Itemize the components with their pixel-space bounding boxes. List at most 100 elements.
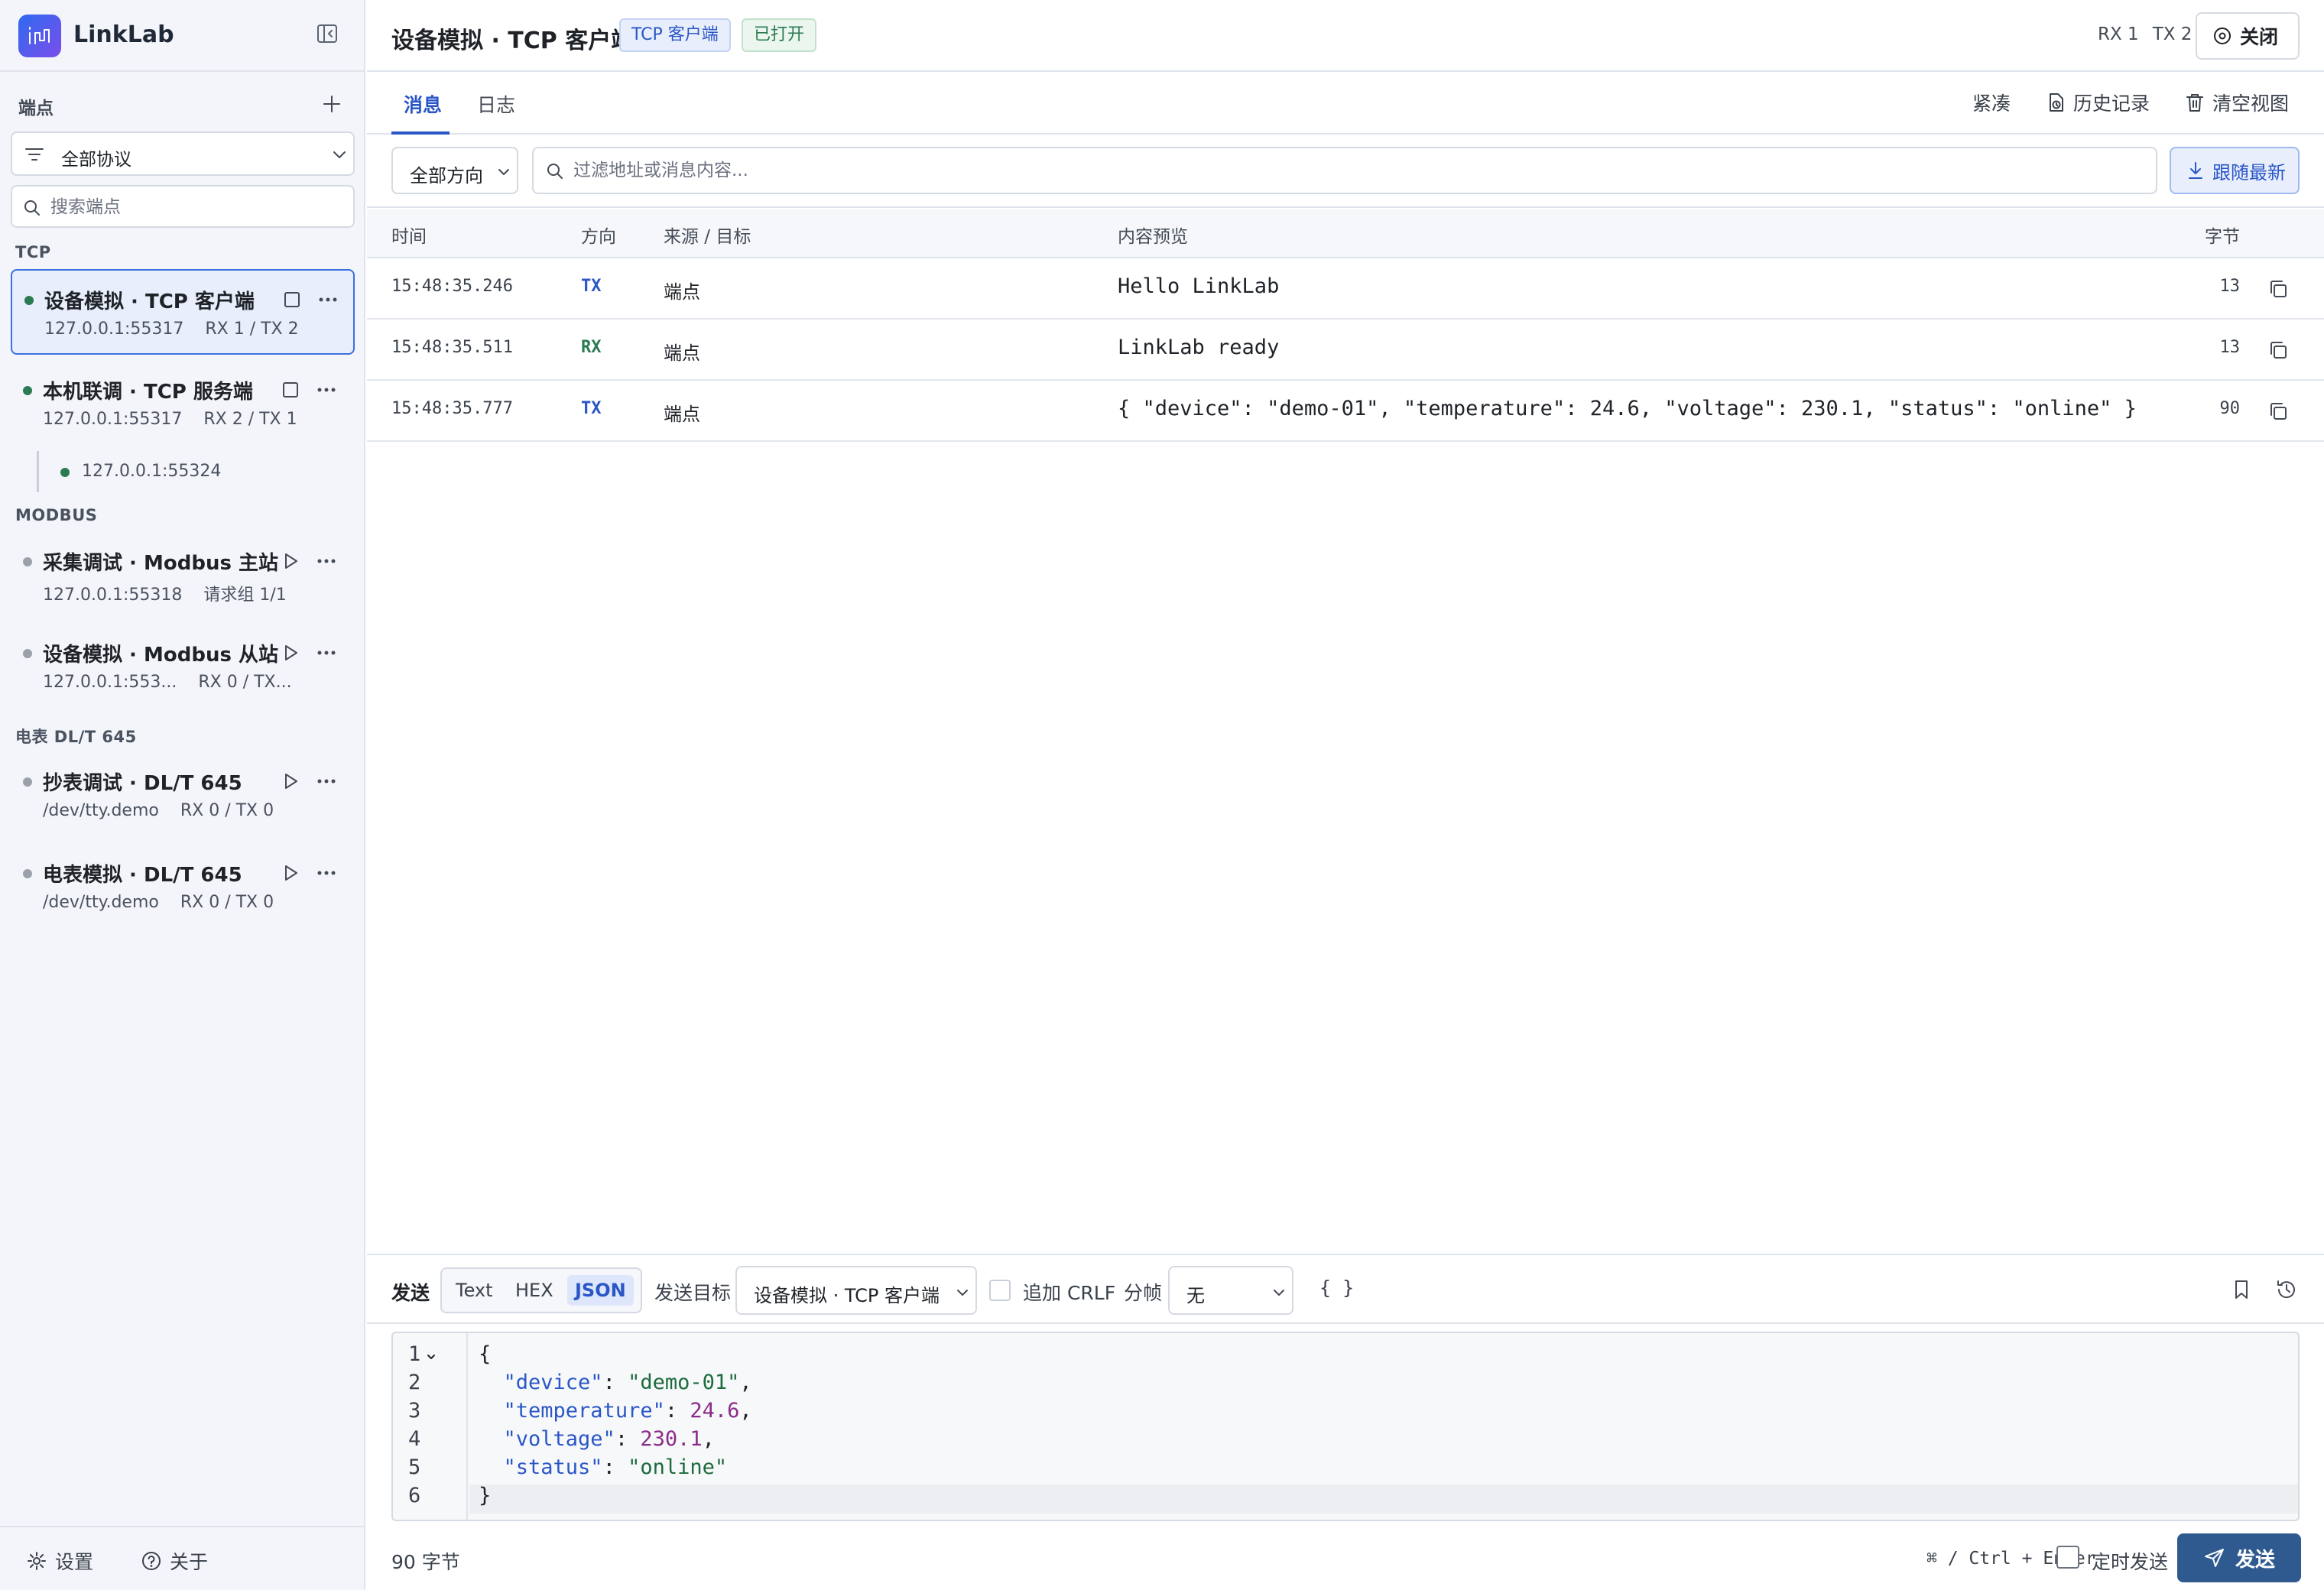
line-number: 2: [408, 1371, 421, 1394]
follow-latest-button[interactable]: 跟随最新: [2170, 147, 2300, 194]
stop-icon[interactable]: [280, 379, 301, 401]
endpoint-card-dlt645-meter[interactable]: 电表模拟 · DL/T 645 /dev/tty.demo RX 0 / TX 0: [11, 844, 355, 930]
send-target-select[interactable]: 设备模拟 · TCP 客户端: [735, 1266, 977, 1315]
more-options-icon[interactable]: [315, 642, 338, 664]
more-options-icon[interactable]: [315, 379, 338, 401]
message-filter-field[interactable]: [532, 147, 2157, 194]
endpoint-name: 采集调试 · Modbus 主站: [43, 552, 278, 575]
search-icon: [547, 164, 563, 179]
trash-icon: [2186, 94, 2203, 112]
payload-editor[interactable]: 1 2 3 4 5 6 { "device": "demo-01", "temp…: [391, 1332, 2300, 1521]
compact-label: 紧凑: [1972, 92, 2011, 115]
send-button[interactable]: 发送: [2177, 1533, 2301, 1582]
append-crlf-checkbox[interactable]: [989, 1280, 1011, 1301]
row-source: 端点: [664, 404, 700, 425]
active-tab-indicator: [391, 131, 450, 135]
message-filter-input[interactable]: [573, 159, 2102, 182]
format-json-button[interactable]: { }: [1319, 1277, 1354, 1299]
group-label-modbus: MODBUS: [15, 506, 98, 524]
copy-icon[interactable]: [2267, 278, 2289, 300]
play-icon[interactable]: [280, 550, 301, 572]
fold-chevron-icon[interactable]: [425, 1352, 437, 1362]
clear-view-button[interactable]: 清空视图: [2185, 89, 2289, 116]
more-options-icon[interactable]: [315, 862, 338, 884]
endpoint-search-field[interactable]: [11, 185, 355, 228]
more-options-icon[interactable]: [316, 289, 339, 310]
settings-button[interactable]: 设置: [26, 1547, 93, 1575]
endpoint-name: 电表模拟 · DL/T 645: [43, 864, 242, 887]
group-label-dlt645: 电表 DL/T 645: [15, 728, 137, 746]
send-footer: 90 字节 ⌘ / Ctrl + Enter 定时发送 发送: [367, 1527, 2324, 1590]
bookmark-icon[interactable]: [2231, 1278, 2252, 1301]
endpoints-title: 端点: [18, 99, 54, 118]
format-option-json[interactable]: JSON: [567, 1275, 634, 1306]
endpoint-search-input[interactable]: [50, 196, 341, 219]
status-dot: [23, 557, 32, 566]
format-option-text[interactable]: Text: [448, 1275, 501, 1306]
row-direction: TX: [581, 277, 602, 296]
status-badge: 已打开: [742, 18, 817, 52]
row-bytes: 90: [2219, 399, 2241, 418]
endpoint-card-dlt645-reader[interactable]: 抄表调试 · DL/T 645 /dev/tty.demo RX 0 / TX 0: [11, 752, 355, 838]
send-target-value: 设备模拟 · TCP 客户端: [754, 1285, 940, 1306]
framing-select[interactable]: 无: [1168, 1266, 1293, 1315]
protocol-filter-value: 全部协议: [61, 150, 131, 170]
column-preview: 内容预览: [1118, 227, 1188, 247]
copy-icon[interactable]: [2267, 339, 2289, 361]
add-endpoint-icon[interactable]: [320, 92, 344, 116]
row-direction: RX: [581, 338, 602, 357]
about-button[interactable]: 关于: [141, 1547, 208, 1575]
play-icon[interactable]: [280, 862, 301, 884]
status-dot: [24, 296, 34, 305]
line-number: 5: [408, 1455, 421, 1479]
more-options-icon[interactable]: [315, 550, 338, 572]
send-toolbar: 发送 Text HEX JSON 发送目标 设备模拟 · TCP 客户端 追加 …: [367, 1254, 2324, 1324]
row-time: 15:48:35.511: [391, 338, 513, 357]
endpoint-address: /dev/tty.demo: [43, 893, 159, 912]
protocol-filter-select[interactable]: 全部协议: [11, 131, 355, 176]
stop-icon[interactable]: [281, 289, 303, 310]
collapse-sidebar-icon[interactable]: [315, 21, 339, 46]
compact-button[interactable]: 紧凑: [1972, 89, 2011, 116]
endpoint-card-tcp-client[interactable]: 设备模拟 · TCP 客户端 127.0.0.1:55317 RX 1 / TX …: [11, 269, 355, 355]
more-options-icon[interactable]: [315, 771, 338, 792]
tab-messages[interactable]: 消息: [404, 90, 442, 118]
direction-value: 全部方向: [410, 165, 483, 187]
row-preview: Hello LinkLab: [1118, 274, 1280, 298]
endpoint-address: 127.0.0.1:55318: [43, 586, 183, 605]
play-icon[interactable]: [280, 771, 301, 792]
endpoint-card-tcp-server[interactable]: 本机联调 · TCP 服务端 127.0.0.1:55317 RX 2 / TX …: [11, 361, 355, 446]
code-line: "voltage": 230.1,: [503, 1427, 715, 1451]
endpoint-address: /dev/tty.demo: [43, 801, 159, 820]
page-title: 设备模拟 · TCP 客户端: [391, 28, 635, 54]
endpoint-address: 127.0.0.1:553...: [43, 673, 177, 692]
settings-label: 设置: [55, 1551, 94, 1573]
history-label: 历史记录: [2073, 92, 2150, 115]
history-file-icon: [2050, 93, 2063, 112]
endpoint-card-modbus-slave[interactable]: 设备模拟 · Modbus 从站 127.0.0.1:553... RX 0 / …: [11, 624, 355, 709]
table-row[interactable]: 15:48:35.511 RX 端点 LinkLab ready 13: [367, 320, 2324, 381]
endpoint-card-modbus-master[interactable]: 采集调试 · Modbus 主站 127.0.0.1:55318 请求组 1/1: [11, 532, 355, 618]
paper-plane-icon: [2205, 1549, 2224, 1567]
send-history-icon[interactable]: [2275, 1278, 2298, 1301]
about-label: 关于: [170, 1551, 209, 1573]
tab-logs[interactable]: 日志: [477, 90, 515, 118]
code-line: "temperature": 24.6,: [503, 1399, 752, 1423]
table-row[interactable]: 15:48:35.777 TX 端点 { "device": "demo-01"…: [367, 381, 2324, 442]
copy-icon[interactable]: [2267, 401, 2289, 422]
column-bytes: 字节: [2205, 227, 2240, 247]
brand-header: LinkLab: [0, 0, 364, 72]
status-dot: [23, 869, 32, 878]
format-option-hex[interactable]: HEX: [508, 1275, 561, 1306]
close-connection-button[interactable]: 关闭: [2196, 12, 2300, 60]
server-client-connection[interactable]: 127.0.0.1:55324: [37, 451, 358, 492]
traffic-counters: RX 1 TX 2: [2098, 24, 2206, 44]
direction-select[interactable]: 全部方向: [391, 147, 518, 194]
row-preview: { "device": "demo-01", "temperature": 24…: [1118, 397, 2137, 420]
play-icon[interactable]: [280, 642, 301, 664]
table-row[interactable]: 15:48:35.246 TX 端点 Hello LinkLab 13: [367, 258, 2324, 320]
code-line: "device": "demo-01",: [503, 1371, 752, 1394]
line-number-gutter: 1 2 3 4 5 6: [393, 1333, 468, 1520]
scheduled-send-checkbox[interactable]: [2056, 1546, 2079, 1569]
history-button[interactable]: 历史记录: [2046, 89, 2150, 116]
